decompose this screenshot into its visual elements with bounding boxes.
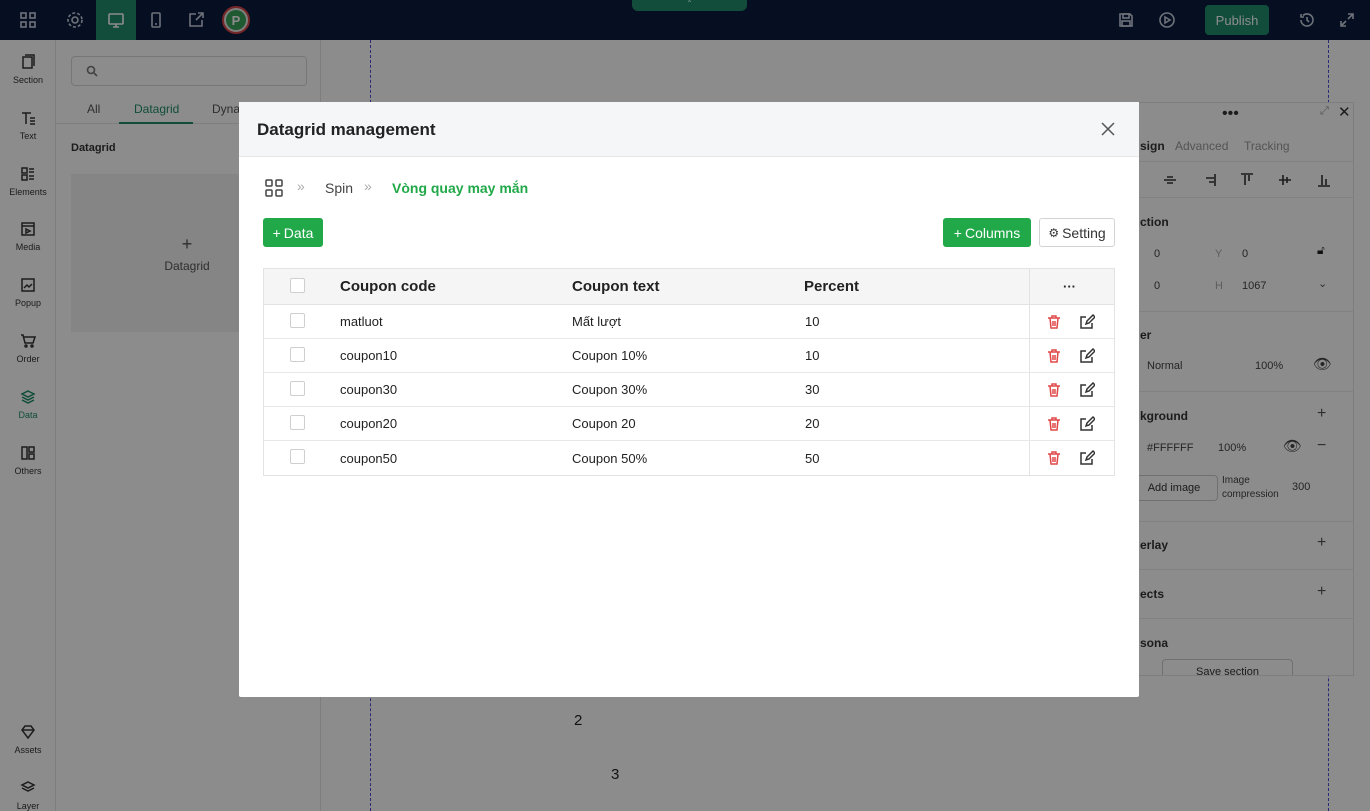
row-actions: [1029, 305, 1114, 338]
cell-coupon-code: matluot: [340, 314, 383, 329]
plus-icon: +: [272, 224, 281, 241]
column-header[interactable]: Coupon text: [572, 269, 660, 304]
row-checkbox[interactable]: [290, 415, 305, 430]
edit-icon[interactable]: [1079, 347, 1097, 364]
cell-coupon-text: Mất lượt: [572, 314, 622, 329]
cell-percent: 10: [805, 348, 820, 363]
cell-coupon-code: coupon50: [340, 450, 398, 466]
table-row[interactable]: coupon10 Coupon 10% 10: [264, 339, 1114, 373]
chevrons-right-icon: »: [364, 178, 372, 194]
home-grid-icon[interactable]: [265, 179, 283, 197]
delete-trash-icon[interactable]: [1046, 450, 1062, 466]
cell-coupon-code: coupon20: [340, 416, 398, 431]
chevrons-right-icon: »: [297, 178, 305, 194]
setting-button[interactable]: ⚙ Setting: [1039, 218, 1115, 247]
cell-percent: 10: [805, 314, 820, 329]
modal-title: Datagrid management: [257, 120, 436, 139]
cell-coupon-text: Coupon 50%: [572, 450, 648, 466]
edit-icon[interactable]: [1079, 313, 1097, 330]
cell-coupon-text: Coupon 30%: [572, 382, 648, 397]
close-icon[interactable]: [1101, 122, 1117, 138]
table-header-row: Coupon code Coupon text Percent ···: [264, 269, 1114, 305]
plus-icon: +: [953, 224, 962, 241]
column-header[interactable]: Percent: [804, 269, 859, 304]
add-data-button[interactable]: + Data: [263, 218, 323, 247]
delete-trash-icon[interactable]: [1046, 382, 1062, 398]
row-actions: [1029, 441, 1114, 475]
row-checkbox[interactable]: [290, 381, 305, 396]
table-row[interactable]: matluot Mất lượt 10: [264, 305, 1114, 339]
add-columns-button[interactable]: + Columns: [943, 218, 1031, 247]
cell-percent: 50: [805, 450, 820, 466]
cell-coupon-text: Coupon 10%: [572, 348, 648, 363]
row-actions: [1029, 407, 1114, 440]
edit-icon[interactable]: [1079, 415, 1097, 432]
cell-percent: 20: [805, 416, 820, 431]
table-row[interactable]: coupon30 Coupon 30% 30: [264, 373, 1114, 407]
gear-icon: ⚙: [1048, 225, 1060, 240]
table-row[interactable]: coupon50 Coupon 50% 50: [264, 441, 1114, 475]
datagrid-management-modal: Datagrid management » Spin » Vòng quay m…: [239, 102, 1139, 697]
delete-trash-icon[interactable]: [1046, 416, 1062, 432]
button-label: Setting: [1062, 224, 1106, 241]
row-checkbox[interactable]: [290, 449, 305, 464]
row-actions: [1029, 339, 1114, 372]
select-all-checkbox[interactable]: [290, 278, 305, 293]
button-label: Columns: [964, 224, 1021, 241]
delete-trash-icon[interactable]: [1046, 348, 1062, 364]
more-options-icon[interactable]: ···: [1063, 269, 1076, 304]
cell-coupon-code: coupon30: [340, 382, 398, 397]
edit-icon[interactable]: [1079, 449, 1097, 466]
modal-header: Datagrid management: [239, 102, 1139, 157]
button-label: Data: [283, 224, 314, 241]
row-checkbox[interactable]: [290, 347, 305, 362]
breadcrumb-item-current: Vòng quay may mắn: [392, 180, 529, 196]
breadcrumb-item-spin[interactable]: Spin: [325, 180, 353, 196]
table-row[interactable]: coupon20 Coupon 20 20: [264, 407, 1114, 441]
column-header[interactable]: Coupon code: [340, 269, 436, 304]
edit-icon[interactable]: [1079, 381, 1097, 398]
cell-coupon-code: coupon10: [340, 348, 398, 363]
cell-coupon-text: Coupon 20: [572, 416, 636, 431]
cell-percent: 30: [805, 382, 820, 397]
datagrid-table: Coupon code Coupon text Percent ··· matl…: [263, 268, 1115, 476]
row-checkbox[interactable]: [290, 313, 305, 328]
actions-header: ···: [1029, 269, 1114, 304]
row-actions: [1029, 373, 1114, 406]
delete-trash-icon[interactable]: [1046, 314, 1062, 330]
